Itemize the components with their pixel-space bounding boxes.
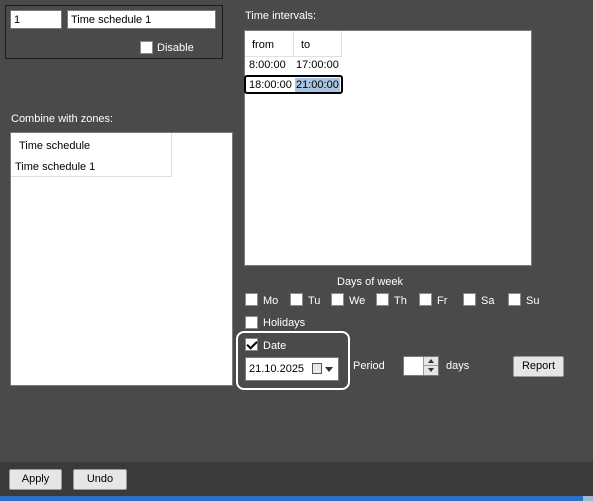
schedule-id-field[interactable]: 1 xyxy=(10,10,62,29)
undo-button[interactable]: Undo xyxy=(73,469,127,490)
day-checkbox-su[interactable] xyxy=(508,293,521,306)
holidays-label: Holidays xyxy=(263,317,306,329)
intervals-col-from: from xyxy=(252,39,274,51)
chevron-down-icon[interactable] xyxy=(325,367,333,372)
day-label-we: We xyxy=(349,295,366,307)
day-label-su: Su xyxy=(526,295,540,307)
calendar-icon[interactable] xyxy=(312,363,322,374)
spin-divider xyxy=(424,365,438,366)
day-checkbox-sa[interactable] xyxy=(463,293,476,306)
apply-button[interactable]: Apply xyxy=(9,469,62,490)
interval-row-1-to[interactable]: 17:00:00 xyxy=(296,58,339,72)
days-label: days xyxy=(446,360,470,372)
day-checkbox-we[interactable] xyxy=(331,293,344,306)
period-label: Period xyxy=(353,360,385,372)
day-checkbox-th[interactable] xyxy=(376,293,389,306)
holidays-checkbox[interactable] xyxy=(245,316,258,329)
days-of-week-label: Days of week xyxy=(337,276,404,288)
day-checkbox-fr[interactable] xyxy=(419,293,432,306)
zones-column-header: Time schedule xyxy=(19,140,91,152)
disable-label: Disable xyxy=(157,42,194,54)
interval-row-2-to[interactable]: 21:00:00 xyxy=(296,78,339,92)
day-label-tu: Tu xyxy=(308,295,321,307)
interval-row-2-from[interactable]: 18:00:00 xyxy=(249,78,292,92)
schedule-name-field[interactable]: Time schedule 1 xyxy=(67,10,216,29)
interval-row-1-from[interactable]: 8:00:00 xyxy=(249,58,286,72)
spin-down-icon[interactable] xyxy=(428,368,434,372)
day-label-sa: Sa xyxy=(481,295,495,307)
spin-up-icon[interactable] xyxy=(428,359,434,363)
day-checkbox-mo[interactable] xyxy=(245,293,258,306)
period-spin-buttons[interactable] xyxy=(423,357,438,375)
zones-list[interactable]: Time schedule Time schedule 1 xyxy=(10,132,233,386)
intervals-col-to: to xyxy=(301,39,311,51)
report-button[interactable]: Report xyxy=(513,356,564,377)
date-label: Date xyxy=(263,340,287,352)
day-label-mo: Mo xyxy=(263,295,279,307)
combine-zones-label: Combine with zones: xyxy=(11,113,114,125)
day-label-fr: Fr xyxy=(437,295,448,307)
zones-row[interactable]: Time schedule 1 xyxy=(15,160,95,174)
taskbar-strip-end xyxy=(583,496,593,501)
date-checkbox[interactable] xyxy=(245,338,258,351)
date-value: 21.10.2025 xyxy=(249,363,305,375)
taskbar-strip xyxy=(0,496,593,501)
intervals-table[interactable]: from to 8:00:00 17:00:00 18:00:00 21:00:… xyxy=(244,30,532,266)
time-intervals-label: Time intervals: xyxy=(245,10,317,22)
day-label-th: Th xyxy=(394,295,407,307)
day-checkbox-tu[interactable] xyxy=(290,293,303,306)
disable-checkbox[interactable] xyxy=(140,41,153,54)
